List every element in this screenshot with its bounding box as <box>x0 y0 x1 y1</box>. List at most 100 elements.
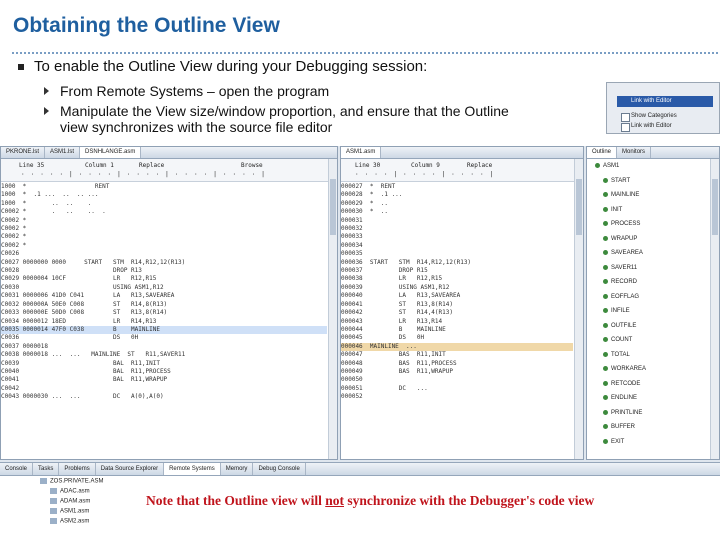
code-line[interactable]: 000052 <box>341 393 573 401</box>
code-line[interactable]: 000047 BAS R11,INIT <box>341 351 573 359</box>
code-line[interactable]: C0026 <box>1 250 327 258</box>
code-line[interactable]: C0002 * <box>1 217 327 225</box>
code-line[interactable]: C0030 USING ASM1,R12 <box>1 284 327 292</box>
code-line[interactable]: C0036 DS 0H <box>1 334 327 342</box>
code-line[interactable]: 000041 ST R13,8(R14) <box>341 301 573 309</box>
code-line[interactable]: C0041 BAL R11,WRAPUP <box>1 376 327 384</box>
outline-item[interactable]: COUNT <box>603 337 632 343</box>
menu-item-link[interactable]: Link with Editor <box>631 123 672 129</box>
code-line[interactable]: 000051 DC ... <box>341 385 573 393</box>
code-line[interactable]: 000040 LA R13,SAVEAREA <box>341 292 573 300</box>
outline-item[interactable]: EXIT <box>603 438 624 445</box>
code-line[interactable]: 000035 <box>341 250 573 258</box>
code-line[interactable]: 000027 * RENT <box>341 183 573 191</box>
outline-item[interactable]: EOFFLAG <box>603 293 639 300</box>
tab-console[interactable]: Console <box>0 463 34 475</box>
code-line[interactable]: 1000 * .. .. . <box>1 200 327 208</box>
outline-item[interactable]: RETCODE <box>603 380 640 387</box>
code-line[interactable]: C0032 000000A 50E0 C008 ST R14,8(R13) <box>1 301 327 309</box>
code-line[interactable]: 000037 DROP R15 <box>341 267 573 275</box>
tab-outline[interactable]: Outline <box>587 147 618 158</box>
code-line[interactable]: 000038 LR R12,R15 <box>341 275 573 283</box>
outline-item[interactable]: WORKAREA <box>603 366 646 372</box>
code-line[interactable]: 1000 * .1 ... .. .. ... <box>1 191 327 199</box>
outline-item[interactable]: TOTAL <box>603 351 630 358</box>
outline-item[interactable]: ASM1 <box>595 163 619 169</box>
tab-asm1-asm[interactable]: ASM1.asm <box>341 147 382 158</box>
code-line[interactable]: C0002 * . .. .. . <box>1 208 327 216</box>
outline-item[interactable]: INIT <box>603 206 622 213</box>
code-line[interactable]: 000039 USING ASM1,R12 <box>341 284 573 292</box>
left-code-area[interactable]: 1000 * RENT 1000 * .1 ... .. .. ... 1000 *… <box>1 183 327 459</box>
tab-monitors[interactable]: Monitors <box>617 147 652 158</box>
scroll-thumb[interactable] <box>330 179 336 235</box>
tab-data-source-explorer[interactable]: Data Source Explorer <box>96 463 165 475</box>
outline-item[interactable]: INFILE <box>603 308 630 314</box>
code-line[interactable]: 000045 DS 0H <box>341 334 573 342</box>
outline-item[interactable]: OUTFILE <box>603 322 636 329</box>
left-scrollbar[interactable] <box>328 159 337 459</box>
code-line[interactable]: C0043 0000030 ... ... DC A(0),A(0) <box>1 393 327 401</box>
code-line[interactable]: 000050 <box>341 376 573 384</box>
tab-problems[interactable]: Problems <box>59 463 96 475</box>
code-line[interactable]: C0033 000000E 50D0 C008 ST R13,8(R14) <box>1 309 327 317</box>
tree-item[interactable]: ASM2.asm <box>50 518 89 525</box>
code-line[interactable]: C0042 <box>1 385 327 393</box>
code-line[interactable]: 000030 * .. <box>341 208 573 216</box>
right-code-area[interactable]: 000027 * RENT 000028 * .1 ... 000029 * .. 0… <box>341 183 573 459</box>
code-line[interactable]: 1000 * RENT <box>1 183 327 191</box>
scroll-thumb[interactable] <box>576 179 582 235</box>
code-line[interactable]: C0002 * <box>1 233 327 241</box>
tab-debug-console[interactable]: Debug Console <box>253 463 306 475</box>
code-line[interactable]: C0037 0000018 <box>1 343 327 351</box>
outline-item[interactable]: PRINTLINE <box>603 409 642 416</box>
tab-tasks[interactable]: Tasks <box>33 463 60 475</box>
code-line[interactable]: C0002 * <box>1 225 327 233</box>
code-line[interactable]: 000044 B MAINLINE <box>341 326 573 334</box>
tree-item[interactable]: ADAM.asm <box>50 498 90 505</box>
outline-item[interactable]: START <box>603 177 630 184</box>
code-line[interactable]: 000049 BAS R11,WRAPUP <box>341 368 573 376</box>
outline-item[interactable]: WRAPUP <box>603 235 637 242</box>
code-line[interactable]: C0027 0000000 0000 START STM R14,R12,12(… <box>1 259 327 267</box>
code-line[interactable]: 000033 <box>341 233 573 241</box>
code-line[interactable]: 000046 MAINLINE ... <box>341 342 573 352</box>
outline-item[interactable]: BUFFER <box>603 424 635 430</box>
right-scrollbar[interactable] <box>574 159 583 459</box>
tree-folder[interactable]: ZOS.PRIVATE.ASM <box>40 478 103 485</box>
code-line[interactable]: 000032 <box>341 225 573 233</box>
code-line[interactable]: 000029 * .. <box>341 200 573 208</box>
tree-item[interactable]: ADAC.asm <box>50 488 90 495</box>
code-line[interactable]: C0038 0000018 ... ... MAINLINE ST R11,SA… <box>1 351 327 359</box>
code-line[interactable]: C0039 BAL R11,INIT <box>1 360 327 368</box>
outline-item[interactable]: ENDLINE <box>603 395 637 401</box>
code-line[interactable]: C0031 0000006 41D0 C041 LA R13,SAVEAREA <box>1 292 327 300</box>
menu-item-link-with-editor[interactable]: Link with Editor <box>617 96 713 107</box>
tab-pkrone[interactable]: PKRONE.lst <box>1 147 46 158</box>
outline-item[interactable]: SAVEAREA <box>603 250 643 256</box>
code-line[interactable]: C0040 BAL R11,PROCESS <box>1 368 327 376</box>
code-line[interactable]: 000048 BAS R11,PROCESS <box>341 360 573 368</box>
code-line[interactable]: 000043 LR R13,R14 <box>341 318 573 326</box>
scroll-thumb[interactable] <box>712 179 718 235</box>
outline-item[interactable]: MAINLINE <box>603 192 639 198</box>
code-line[interactable]: 000036 START STM R14,R12,12(R13) <box>341 259 573 267</box>
menu-item-show-categories[interactable]: Show Categories <box>631 113 677 119</box>
code-line[interactable]: C0035 0000014 47F0 C038 B MAINLINE <box>1 325 327 335</box>
code-line[interactable]: 000034 <box>341 242 573 250</box>
code-line[interactable]: 000031 <box>341 217 573 225</box>
tab-dsnhlange[interactable]: DSNHLANGE.asm <box>80 147 142 158</box>
code-line[interactable]: C0034 0000012 18ED LR R14,R13 <box>1 318 327 326</box>
code-line[interactable]: C0028 DROP R13 <box>1 267 327 275</box>
tab-memory[interactable]: Memory <box>221 463 254 475</box>
outline-item[interactable]: SAVER11 <box>603 264 637 271</box>
code-line[interactable]: 000028 * .1 ... <box>341 191 573 199</box>
code-line[interactable]: C0002 * <box>1 242 327 250</box>
outline-scrollbar[interactable] <box>710 159 719 459</box>
code-line[interactable]: C0029 0000004 10CF LR R12,R15 <box>1 275 327 283</box>
code-line[interactable]: 000042 ST R14,4(R13) <box>341 309 573 317</box>
tab-remote-systems[interactable]: Remote Systems <box>164 463 221 475</box>
tree-item[interactable]: ASM1.asm <box>50 508 89 515</box>
outline-item[interactable]: PROCESS <box>603 221 640 227</box>
outline-item[interactable]: RECORD <box>603 279 637 285</box>
